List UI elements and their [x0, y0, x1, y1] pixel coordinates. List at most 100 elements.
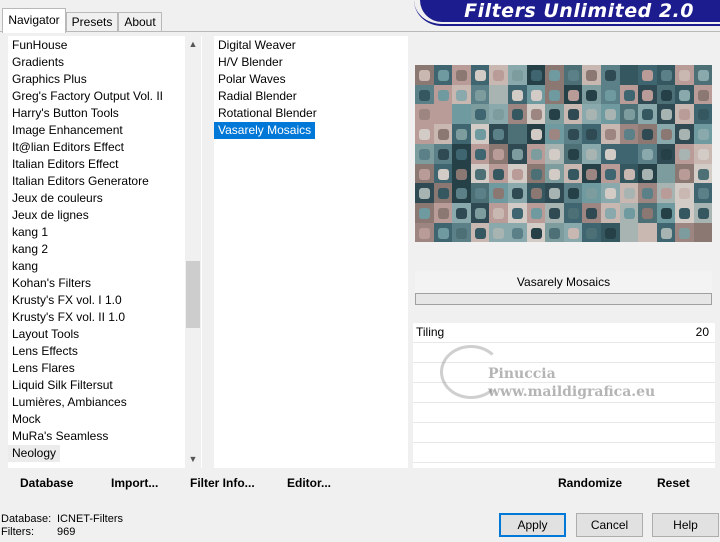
category-item[interactable]: kang 1	[8, 224, 186, 241]
mosaic-dot	[419, 207, 430, 219]
mosaic-dot	[437, 188, 449, 200]
import-button[interactable]: Import...	[111, 476, 158, 490]
mosaic-tile	[694, 124, 712, 145]
category-item[interactable]: Italian Editors Generatore	[8, 173, 186, 190]
mosaic-tile	[619, 124, 639, 145]
filter-item[interactable]: Digital Weaver	[214, 37, 404, 54]
mosaic-dot	[642, 109, 654, 121]
category-item[interactable]: Kohan's Filters	[8, 275, 186, 292]
mosaic-tile	[638, 65, 658, 85]
mosaic-tile	[489, 143, 509, 164]
tab-navigator[interactable]: Navigator	[2, 8, 66, 33]
category-scrollbar[interactable]: ▲ ▼	[185, 36, 201, 468]
category-item[interactable]: kang	[8, 258, 186, 275]
filter-item[interactable]: Rotational Blender	[214, 105, 404, 122]
filter-item[interactable]: H/V Blender	[214, 54, 404, 71]
param-row-empty	[413, 403, 715, 423]
editor-button[interactable]: Editor...	[287, 476, 331, 490]
category-item[interactable]: Gradients	[8, 54, 186, 71]
mosaic-tile	[452, 65, 472, 85]
category-item[interactable]: Neology	[8, 445, 61, 462]
mosaic-dot	[698, 129, 709, 141]
category-item[interactable]: FunHouse	[8, 37, 186, 54]
category-item[interactable]: Italian Editors Effect	[8, 156, 186, 173]
mosaic-dot	[679, 70, 691, 81]
mosaic-tile	[619, 65, 639, 85]
mosaic-dot	[623, 227, 635, 239]
mosaic-tile	[601, 65, 620, 85]
reset-button[interactable]: Reset	[657, 476, 690, 490]
apply-button[interactable]: Apply	[499, 513, 566, 537]
mosaic-dot	[605, 89, 616, 101]
filter-list[interactable]: Digital Weaver H/V Blender Polar Waves Radi…	[214, 36, 408, 468]
mosaic-dot	[530, 70, 542, 81]
filter-item[interactable]: Radial Blender	[214, 88, 404, 105]
mosaic-tile	[619, 202, 639, 223]
mosaic-tile	[545, 183, 565, 204]
mosaic-tile	[452, 202, 472, 223]
param-value[interactable]: 20	[696, 325, 709, 339]
randomize-button[interactable]: Randomize	[558, 476, 622, 490]
mosaic-dot	[642, 188, 654, 200]
filter-name-label: Vasarely Mosaics	[415, 271, 712, 293]
mosaic-dot	[679, 89, 691, 101]
cancel-button[interactable]: Cancel	[576, 513, 643, 537]
category-item[interactable]: MuRa's Seamless	[8, 428, 186, 445]
category-item[interactable]: Lens Effects	[8, 343, 186, 360]
category-item[interactable]: Greg's Factory Output Vol. II	[8, 88, 186, 105]
tab-presets[interactable]: Presets	[66, 12, 118, 31]
mosaic-dot	[437, 168, 449, 180]
scroll-up-icon[interactable]: ▲	[185, 36, 201, 53]
category-item[interactable]: Lumières, Ambiances	[8, 394, 186, 411]
tab-about[interactable]: About	[118, 12, 162, 31]
filter-item[interactable]: Polar Waves	[214, 71, 404, 88]
category-item[interactable]: Graphics Plus	[8, 71, 186, 88]
category-item[interactable]: Jeux de lignes	[8, 207, 186, 224]
help-button[interactable]: Help	[652, 513, 719, 537]
mosaic-tile	[582, 183, 602, 204]
mosaic-dot	[530, 168, 542, 180]
mosaic-tile	[582, 65, 602, 85]
mosaic-tile	[694, 222, 712, 242]
mosaic-dot	[698, 109, 709, 121]
scroll-thumb[interactable]	[186, 261, 200, 328]
category-item[interactable]: Liquid Silk Filtersut	[8, 377, 186, 394]
mosaic-tile	[656, 65, 676, 85]
mosaic-dot	[419, 70, 430, 81]
mosaic-dot	[549, 227, 561, 239]
category-item[interactable]: Mock	[8, 411, 186, 428]
mosaic-tile	[675, 124, 695, 145]
mosaic-dot	[530, 188, 542, 200]
mosaic-tile	[470, 124, 490, 145]
mosaic-dot	[642, 227, 654, 239]
filter-item[interactable]: Vasarely Mosaics	[214, 122, 316, 139]
progress-bar	[415, 293, 712, 305]
category-item[interactable]: Harry's Button Tools	[8, 105, 186, 122]
mosaic-tile	[489, 84, 509, 105]
filters-count-label: Filters:	[1, 526, 34, 538]
param-row-tiling[interactable]: Tiling 20	[413, 323, 715, 343]
category-item[interactable]: Jeux de couleurs	[8, 190, 186, 207]
category-item[interactable]: Lens Flares	[8, 360, 186, 377]
mosaic-dot	[549, 188, 561, 200]
mosaic-tile	[694, 143, 712, 164]
category-item[interactable]: Krusty's FX vol. I 1.0	[8, 292, 186, 309]
mosaic-dot	[474, 89, 486, 101]
mosaic-dot	[642, 129, 654, 141]
mosaic-tile	[470, 202, 490, 223]
mosaic-dot	[698, 188, 709, 200]
mosaic-tile	[545, 104, 565, 125]
category-list[interactable]: FunHouse Gradients Graphics Plus Greg's Fac…	[8, 36, 202, 468]
mosaic-dot	[474, 168, 486, 180]
category-item[interactable]: It@lian Editors Effect	[8, 139, 186, 156]
category-item[interactable]: Krusty's FX vol. II 1.0	[8, 309, 186, 326]
category-item[interactable]: kang 2	[8, 241, 186, 258]
category-item[interactable]: Image Enhancement	[8, 122, 186, 139]
mosaic-dot	[698, 70, 709, 81]
mosaic-dot	[698, 207, 709, 219]
filter-info-button[interactable]: Filter Info...	[190, 476, 255, 490]
category-item[interactable]: Layout Tools	[8, 326, 186, 343]
scroll-down-icon[interactable]: ▼	[185, 451, 201, 468]
mosaic-tile	[638, 222, 658, 242]
database-button[interactable]: Database	[20, 476, 73, 490]
